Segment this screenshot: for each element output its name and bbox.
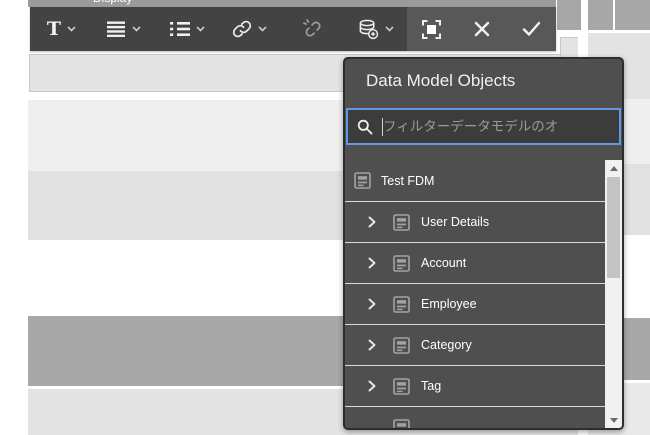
list-item-label: Test FDM bbox=[381, 174, 434, 188]
data-model-object-icon bbox=[393, 296, 410, 313]
triangle-up-icon bbox=[610, 166, 618, 171]
data-model-object-icon bbox=[393, 337, 410, 354]
confirm-button[interactable] bbox=[506, 7, 556, 51]
data-model-object-icon bbox=[393, 255, 410, 272]
rich-text-toolbar: T bbox=[30, 7, 556, 51]
chevron-down-icon bbox=[258, 26, 267, 32]
scrollbar-down-button[interactable] bbox=[605, 412, 622, 428]
scrollbar-thumb[interactable] bbox=[607, 177, 620, 278]
search-icon bbox=[357, 119, 373, 135]
data-model-object-icon bbox=[393, 419, 410, 429]
bg-divider bbox=[613, 0, 615, 30]
list-item-label: Account bbox=[421, 256, 466, 270]
bg-block bbox=[557, 0, 581, 30]
fullscreen-button[interactable] bbox=[407, 7, 457, 51]
filter-search-box[interactable] bbox=[346, 108, 621, 145]
data-model-object-list: Test FDM User Details Account bbox=[345, 160, 605, 428]
align-lines-icon bbox=[107, 21, 126, 37]
list-item-label: Category bbox=[421, 338, 472, 352]
list-item[interactable]: Category bbox=[345, 324, 605, 365]
list-item[interactable]: Account bbox=[345, 242, 605, 283]
list-item-label: User Details bbox=[421, 215, 489, 229]
hyperlink-button[interactable] bbox=[218, 7, 281, 51]
data-model-object-icon bbox=[354, 172, 371, 189]
triangle-down-icon bbox=[610, 418, 618, 423]
scrollbar-up-button[interactable] bbox=[605, 160, 622, 176]
paragraph-align-button[interactable] bbox=[93, 7, 156, 51]
close-x-icon bbox=[474, 21, 490, 37]
clipped-header-text: Display bbox=[93, 0, 132, 5]
chevron-right-icon[interactable] bbox=[368, 339, 377, 351]
data-model-object-icon bbox=[393, 214, 410, 231]
list-item[interactable]: Tag bbox=[345, 365, 605, 406]
scrollbar[interactable] bbox=[605, 160, 622, 428]
panel-title: Data Model Objects bbox=[366, 71, 515, 91]
chevron-down-icon bbox=[67, 26, 76, 32]
list-item[interactable]: Employee bbox=[345, 283, 605, 324]
list-item-label: Employee bbox=[421, 297, 477, 311]
bullet-list-icon bbox=[170, 21, 190, 37]
data-model-object-icon bbox=[393, 378, 410, 395]
text-format-button[interactable]: T bbox=[30, 7, 93, 51]
cancel-button[interactable] bbox=[457, 7, 507, 51]
chevron-right-icon[interactable] bbox=[368, 257, 377, 269]
data-model-objects-panel: Data Model Objects Test FDM bbox=[343, 57, 624, 430]
list-item[interactable]: Test FDM bbox=[345, 160, 605, 201]
letter-T-icon: T bbox=[47, 20, 61, 39]
chevron-right-icon[interactable] bbox=[368, 298, 377, 310]
chevron-down-icon bbox=[132, 26, 141, 32]
database-add-icon bbox=[358, 19, 379, 40]
chevron-right-icon[interactable] bbox=[368, 380, 377, 392]
list-item[interactable]: User Details bbox=[345, 201, 605, 242]
bullet-list-button[interactable] bbox=[156, 7, 219, 51]
chevron-right-icon[interactable] bbox=[368, 216, 377, 228]
clipped-header-bar: Display bbox=[28, 0, 556, 7]
unlink-button[interactable] bbox=[281, 7, 344, 51]
toolbar-action-group bbox=[407, 7, 556, 51]
chevron-down-icon bbox=[196, 26, 205, 32]
filter-search-input[interactable] bbox=[383, 119, 611, 134]
data-model-button[interactable] bbox=[344, 7, 407, 51]
list-item[interactable] bbox=[345, 406, 605, 428]
toolbar-format-group: T bbox=[30, 7, 407, 51]
broken-link-icon bbox=[303, 19, 323, 39]
chevron-down-icon bbox=[385, 26, 394, 32]
expand-square-icon bbox=[421, 19, 442, 40]
list-item-label: Tag bbox=[421, 379, 441, 393]
bg-block bbox=[588, 0, 650, 30]
link-icon bbox=[232, 19, 252, 39]
checkmark-icon bbox=[522, 21, 541, 37]
page: Display T bbox=[0, 0, 650, 435]
